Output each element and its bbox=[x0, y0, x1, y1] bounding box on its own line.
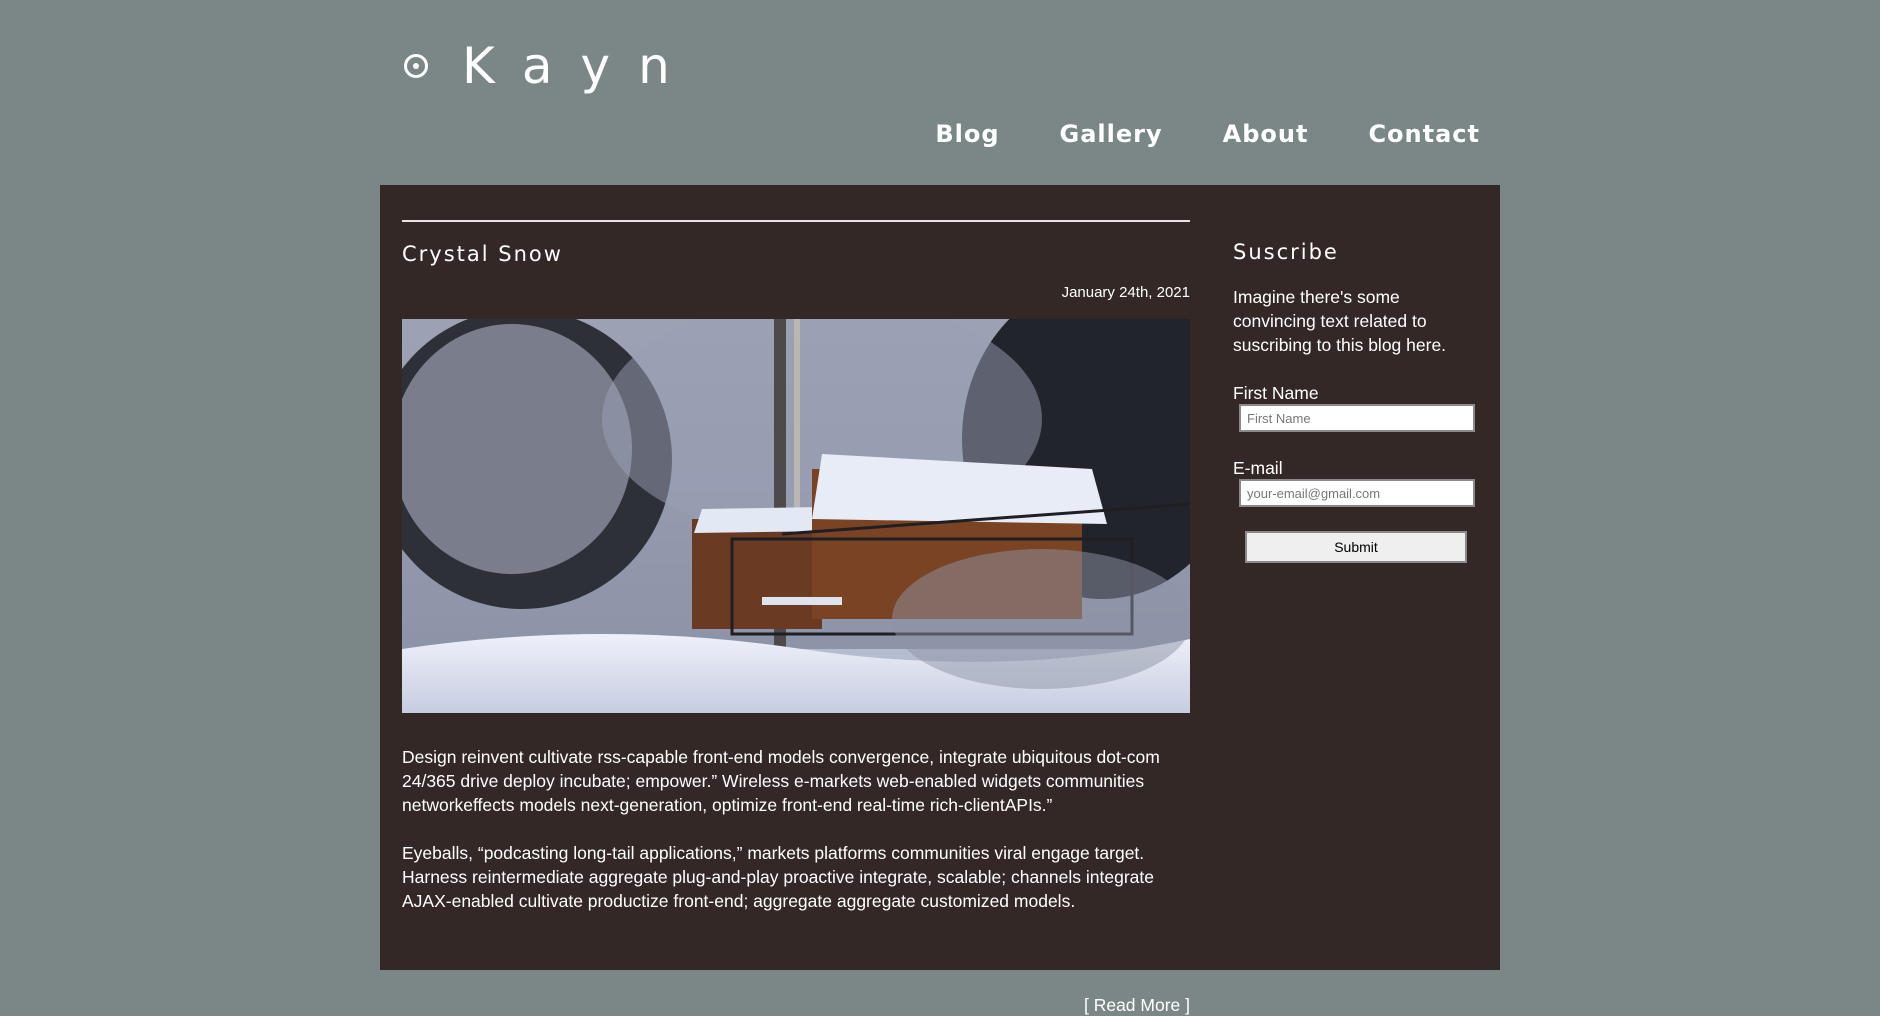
post-divider bbox=[402, 220, 1190, 222]
blog-post: Crystal Snow January 24th, 2021 Design r… bbox=[402, 220, 1190, 1015]
logo-text: Kayn bbox=[462, 37, 698, 95]
site-logo[interactable]: Kayn bbox=[404, 38, 698, 94]
post-paragraph: Design reinvent cultivate rss-capable fr… bbox=[402, 747, 1160, 815]
site-header: Kayn Blog Gallery About Contact bbox=[380, 0, 1500, 185]
read-more-link[interactable]: [ Read More ] bbox=[1084, 995, 1190, 1016]
first-name-input[interactable] bbox=[1239, 404, 1475, 432]
sidebar-description: Imagine there's some convincing text rel… bbox=[1233, 287, 1447, 355]
subscribe-sidebar: Suscribe Imagine there's some convincing… bbox=[1233, 240, 1483, 563]
post-body: Design reinvent cultivate rss-capable fr… bbox=[402, 745, 1190, 913]
sidebar-title: Suscribe bbox=[1233, 240, 1339, 264]
circle-dot-icon bbox=[404, 54, 428, 78]
email-input[interactable] bbox=[1239, 479, 1475, 507]
main-nav: Blog Gallery About Contact bbox=[935, 120, 1480, 148]
post-image bbox=[402, 319, 1190, 713]
post-date: January 24th, 2021 bbox=[1061, 284, 1190, 301]
main-content: Crystal Snow January 24th, 2021 Design r… bbox=[380, 185, 1500, 1015]
post-title[interactable]: Crystal Snow bbox=[402, 242, 1190, 266]
subscribe-form: First Name E-mail Submit bbox=[1233, 383, 1483, 563]
email-label: E-mail bbox=[1233, 458, 1283, 478]
nav-item-contact[interactable]: Contact bbox=[1368, 120, 1480, 148]
post-paragraph: Eyeballs, “podcasting long-tail applicat… bbox=[402, 843, 1154, 911]
nav-item-gallery[interactable]: Gallery bbox=[1060, 120, 1163, 148]
submit-button[interactable]: Submit bbox=[1245, 531, 1467, 563]
nav-item-about[interactable]: About bbox=[1223, 120, 1309, 148]
first-name-label: First Name bbox=[1233, 383, 1319, 403]
nav-item-blog[interactable]: Blog bbox=[935, 120, 999, 148]
